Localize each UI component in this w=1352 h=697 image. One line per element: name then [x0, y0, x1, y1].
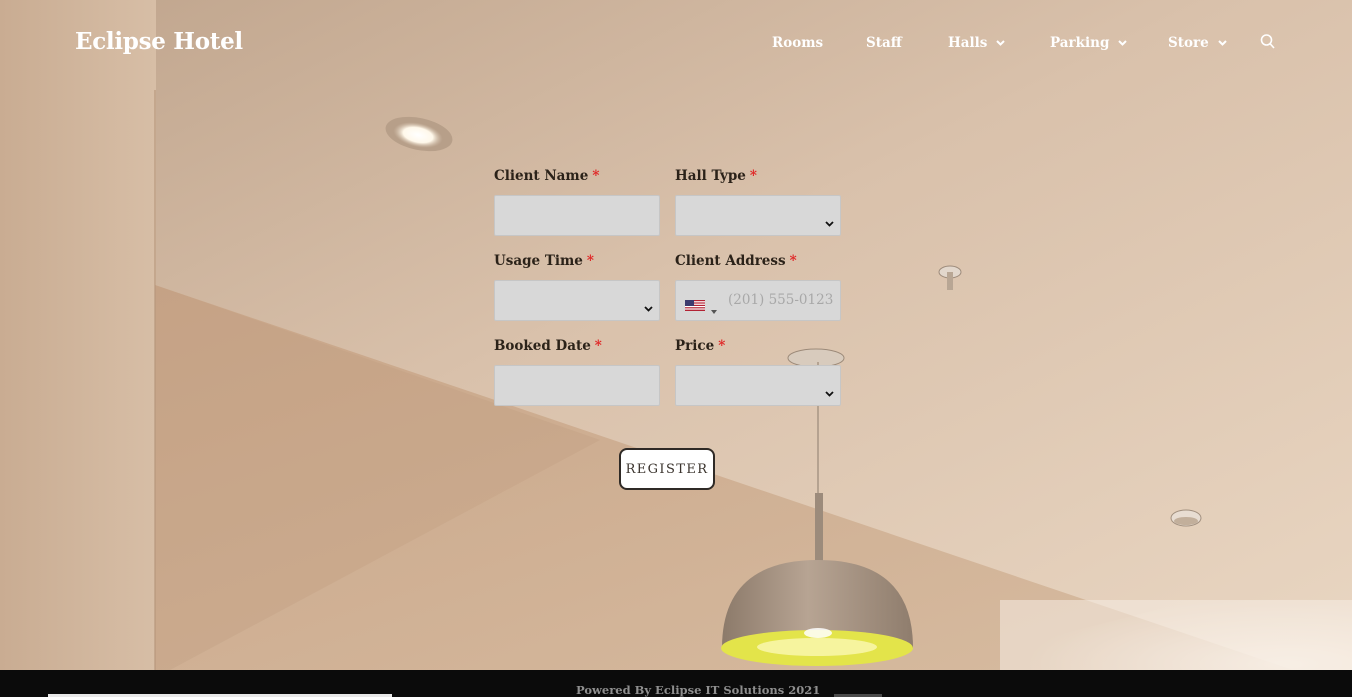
caret-down-icon[interactable] — [711, 299, 717, 318]
chevron-down-icon — [825, 382, 834, 401]
usage-time-field: Usage Time * — [494, 253, 660, 321]
nav-item-halls[interactable]: Halls — [948, 33, 1006, 53]
client-name-input[interactable] — [494, 195, 660, 236]
register-button[interactable]: REGISTER — [619, 448, 715, 490]
chevron-down-icon — [1118, 40, 1128, 46]
price-select[interactable] — [675, 365, 841, 406]
booked-date-label: Booked Date * — [494, 338, 602, 354]
hall-type-field: Hall Type * — [675, 168, 841, 236]
site-footer: Powered By Eclipse IT Solutions 2021 — [0, 670, 1352, 697]
nav-item-staff[interactable]: Staff — [866, 33, 902, 53]
hall-type-select[interactable] — [675, 195, 841, 236]
nav-label: Parking — [1050, 35, 1110, 51]
client-address-field: Client Address * (201) 555-0123 — [675, 253, 841, 321]
nav-item-rooms[interactable]: Rooms — [772, 33, 823, 53]
chevron-down-icon — [825, 212, 834, 231]
booked-date-input[interactable] — [494, 365, 660, 406]
nav-item-parking[interactable]: Parking — [1050, 33, 1128, 53]
main-nav: Rooms Staff Halls Parking Store — [0, 33, 1352, 53]
nav-item-store[interactable]: Store — [1168, 33, 1227, 53]
client-address-label: Client Address * — [675, 253, 797, 269]
hall-type-label: Hall Type * — [675, 168, 757, 184]
client-address-phone-input[interactable]: (201) 555-0123 — [675, 280, 841, 321]
nav-label: Store — [1168, 35, 1209, 51]
client-name-label: Client Name * — [494, 168, 600, 184]
site-header: Eclipse Hotel Rooms Staff Halls Parking … — [0, 0, 1352, 86]
hero-background — [0, 0, 1352, 670]
booked-date-field: Booked Date * — [494, 338, 660, 406]
client-address-placeholder: (201) 555-0123 — [728, 292, 834, 308]
usage-time-select[interactable] — [494, 280, 660, 321]
nav-label: Staff — [866, 35, 902, 51]
client-name-field: Client Name * — [494, 168, 660, 236]
footer-credit: Powered By Eclipse IT Solutions 2021 — [576, 683, 821, 697]
nav-label: Rooms — [772, 35, 824, 51]
nav-label: Halls — [948, 35, 988, 51]
chevron-down-icon — [644, 297, 653, 316]
usage-time-label: Usage Time * — [494, 253, 594, 269]
chevron-down-icon — [996, 40, 1006, 46]
chevron-down-icon — [1217, 40, 1227, 46]
price-field: Price * — [675, 338, 841, 406]
search-icon[interactable] — [1260, 33, 1276, 51]
us-flag-icon[interactable] — [685, 296, 705, 311]
price-label: Price * — [675, 338, 726, 354]
